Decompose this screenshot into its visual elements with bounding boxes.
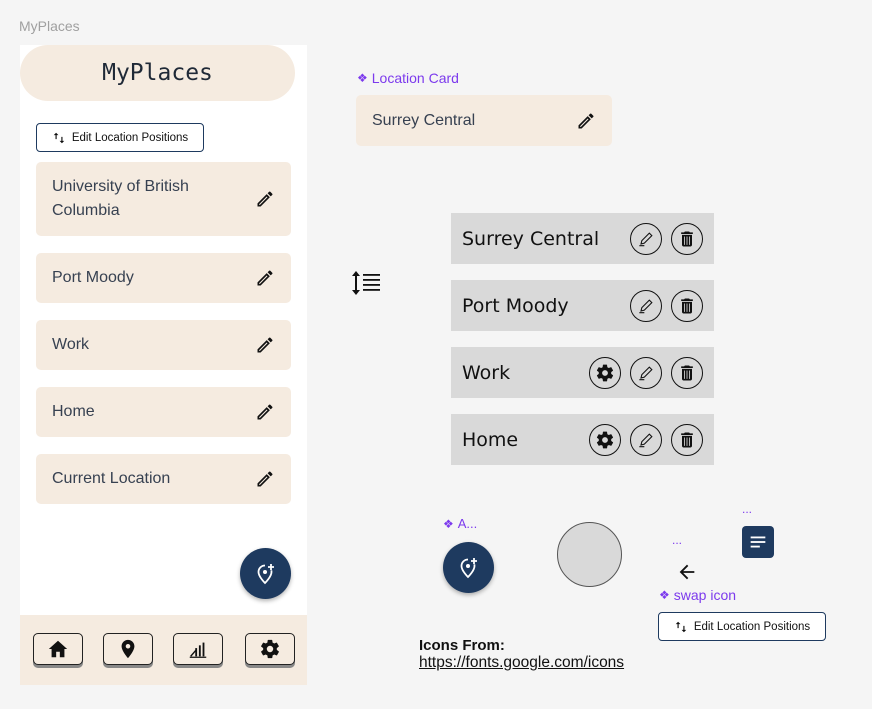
placeholder-circle bbox=[557, 522, 622, 587]
edit-location-positions-button-component[interactable]: Edit Location Positions bbox=[658, 612, 826, 641]
arrow-back-icon[interactable] bbox=[676, 561, 698, 583]
edit-location-row[interactable]: Port Moody bbox=[451, 280, 714, 331]
edit-pencil-icon[interactable] bbox=[255, 335, 275, 355]
leaderboard-icon bbox=[189, 642, 207, 658]
swap-icon-component-label: ❖ swap icon bbox=[659, 587, 736, 603]
component-dots-label: ... bbox=[742, 502, 753, 516]
location-pin-icon bbox=[121, 639, 135, 659]
edit-pencil-icon[interactable] bbox=[576, 111, 596, 131]
edit-pencil-icon bbox=[639, 432, 653, 447]
trash-icon bbox=[681, 432, 693, 447]
location-name: Surrey Central bbox=[372, 111, 476, 129]
edit-location-row[interactable]: Surrey Central bbox=[451, 213, 714, 264]
location-name: Current Location bbox=[52, 470, 171, 487]
component-dots-label: ... bbox=[672, 533, 683, 547]
icons-credit-label: Icons From: bbox=[419, 637, 505, 654]
edit-pencil-icon[interactable] bbox=[255, 189, 275, 209]
location-name: Home bbox=[52, 403, 95, 420]
edit-row-name: Surrey Central bbox=[462, 227, 600, 250]
notes-button[interactable] bbox=[742, 526, 774, 558]
edit-pencil-icon[interactable] bbox=[255, 402, 275, 422]
add-location-button[interactable] bbox=[240, 548, 291, 599]
icons-credit-link[interactable]: https://fonts.google.com/icons bbox=[419, 654, 624, 671]
edit-pencil-icon bbox=[639, 298, 653, 313]
bottom-navigation bbox=[20, 615, 307, 685]
component-diamond-icon: ❖ bbox=[443, 516, 454, 531]
location-card[interactable]: Work bbox=[36, 320, 291, 370]
location-name: Port Moody bbox=[52, 269, 134, 286]
edit-pencil-icon[interactable] bbox=[255, 268, 275, 288]
location-card[interactable]: University of British Columbia bbox=[36, 162, 291, 236]
location-name: Work bbox=[52, 336, 90, 353]
edit-location-positions-button[interactable]: Edit Location Positions bbox=[36, 123, 204, 152]
settings-icon bbox=[261, 639, 279, 659]
component-diamond-icon: ❖ bbox=[659, 588, 670, 602]
edit-button[interactable] bbox=[630, 289, 662, 322]
edit-pencil-icon bbox=[639, 365, 653, 380]
nav-home-button[interactable] bbox=[33, 633, 83, 665]
location-name: University of British Columbia bbox=[52, 178, 189, 219]
settings-button[interactable] bbox=[589, 423, 621, 456]
add-component-label: ❖ A... bbox=[443, 516, 477, 531]
location-card-component-label-text: Location Card bbox=[371, 70, 459, 86]
edit-row-name: Home bbox=[462, 428, 519, 451]
delete-button[interactable] bbox=[671, 222, 703, 255]
add-location-icon bbox=[460, 557, 477, 578]
reorder-list-icon bbox=[352, 271, 380, 295]
swap-vert-icon bbox=[675, 621, 687, 632]
edit-positions-label: Edit Location Positions bbox=[71, 131, 189, 144]
phone-frame: MyPlaces Edit Location Positions Univers… bbox=[20, 45, 307, 685]
delete-button[interactable] bbox=[671, 356, 703, 389]
location-card[interactable]: Home bbox=[36, 387, 291, 437]
add-location-component[interactable] bbox=[443, 542, 494, 593]
nav-leaderboard-button[interactable] bbox=[173, 633, 223, 665]
component-diamond-icon: ❖ bbox=[357, 71, 368, 85]
edit-button[interactable] bbox=[630, 356, 662, 389]
location-card[interactable]: Current Location bbox=[36, 454, 291, 504]
edit-location-row[interactable]: Home bbox=[451, 414, 714, 465]
edit-pencil-icon bbox=[639, 231, 653, 246]
app-title: MyPlaces bbox=[20, 45, 295, 101]
edit-row-name: Port Moody bbox=[462, 294, 569, 317]
icons-credit: Icons From: https://fonts.google.com/ico… bbox=[419, 637, 624, 672]
nav-map-button[interactable] bbox=[103, 633, 153, 665]
edit-row-name: Work bbox=[462, 361, 511, 384]
delete-button[interactable] bbox=[671, 423, 703, 456]
edit-button[interactable] bbox=[630, 423, 662, 456]
notes-icon bbox=[750, 536, 766, 548]
swap-icon-label-text: swap icon bbox=[673, 587, 737, 603]
edit-pencil-icon[interactable] bbox=[255, 469, 275, 489]
edit-positions-label: Edit Location Positions bbox=[693, 620, 811, 633]
frame-label: MyPlaces bbox=[19, 18, 80, 34]
add-component-label-text: A... bbox=[457, 516, 478, 531]
edit-location-row[interactable]: Work bbox=[451, 347, 714, 398]
location-card-component[interactable]: Surrey Central bbox=[356, 95, 612, 146]
trash-icon bbox=[681, 365, 693, 380]
location-card[interactable]: Port Moody bbox=[36, 253, 291, 303]
home-icon bbox=[48, 640, 68, 658]
settings-icon bbox=[596, 364, 614, 381]
add-location-icon bbox=[257, 563, 274, 584]
settings-icon bbox=[596, 431, 614, 448]
trash-icon bbox=[681, 231, 693, 246]
nav-settings-button[interactable] bbox=[245, 633, 295, 665]
delete-button[interactable] bbox=[671, 289, 703, 322]
swap-vert-icon bbox=[53, 132, 65, 143]
location-card-component-label: ❖ Location Card bbox=[357, 70, 459, 86]
trash-icon bbox=[681, 298, 693, 313]
settings-button[interactable] bbox=[589, 356, 621, 389]
edit-button[interactable] bbox=[630, 222, 662, 255]
